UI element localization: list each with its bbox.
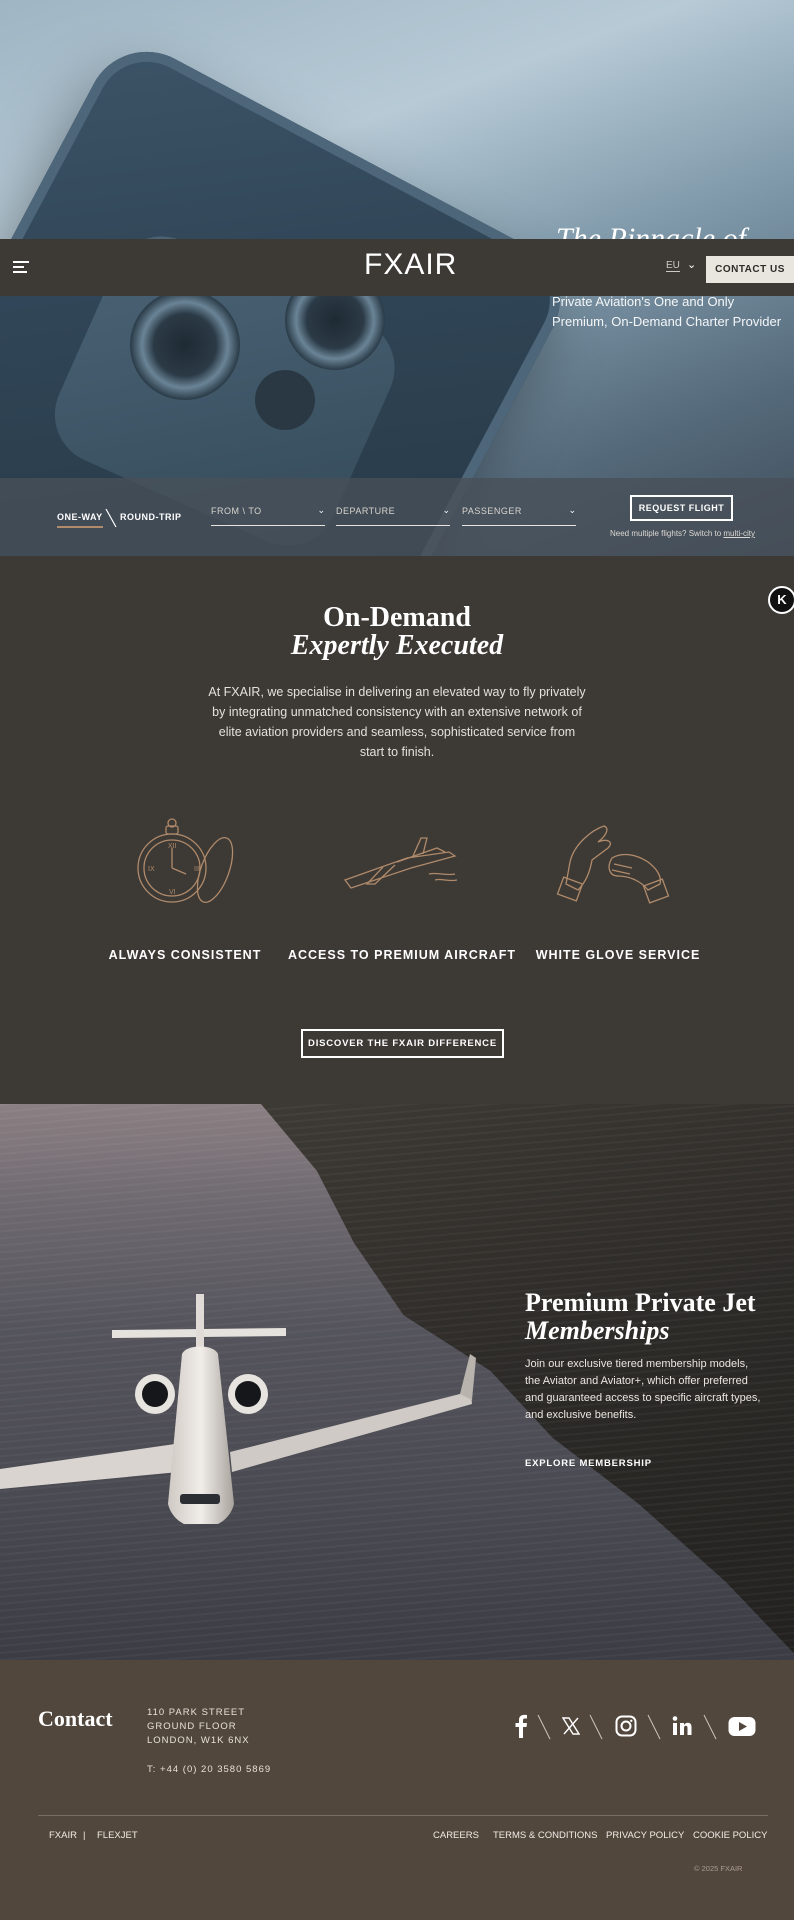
footer-link-flexjet[interactable]: FLEXJET <box>97 1830 138 1841</box>
footer-separator: | <box>83 1830 86 1841</box>
membership-title-italic: Memberships <box>525 1316 670 1345</box>
intro-title-italic: Expertly Executed <box>290 630 504 661</box>
intro-section: K On-Demand Expertly Executed At FXAIR, … <box>0 556 794 1104</box>
x-icon[interactable] <box>562 1714 580 1738</box>
from-to-label: FROM \ TO <box>211 506 262 516</box>
slash-divider-icon <box>647 1714 661 1740</box>
white-gloves-icon <box>556 825 670 904</box>
slash-divider-icon <box>105 508 117 528</box>
multi-city-note-text: Need multiple flights? Switch to <box>610 529 724 538</box>
pocket-watch-icon: XII III VI IX <box>137 818 234 903</box>
address-line: LONDON, W1K 6NX <box>147 1735 250 1746</box>
trip-type-round-trip[interactable]: ROUND-TRIP <box>120 512 182 522</box>
hero-subtitle: Private Aviation's One and Only Premium,… <box>552 294 782 329</box>
passenger-select[interactable]: PASSENGER ⌄ <box>462 504 576 526</box>
phone-number-link[interactable]: T: +44 (0) 20 3580 5869 <box>147 1764 271 1775</box>
multi-city-link[interactable]: multi-city <box>723 529 755 538</box>
hamburger-menu-icon[interactable] <box>13 261 29 275</box>
svg-text:III: III <box>194 866 200 873</box>
chevron-down-icon: ⌄ <box>568 505 576 515</box>
departure-select[interactable]: DEPARTURE ⌄ <box>336 504 450 526</box>
slash-divider-icon <box>703 1714 717 1740</box>
membership-description: Join our exclusive tiered membership mod… <box>525 1358 761 1421</box>
multi-city-note: Need multiple flights? Switch to multi-c… <box>610 529 755 538</box>
passenger-label: PASSENGER <box>462 506 522 516</box>
footer-link-privacy[interactable]: PRIVACY POLICY <box>606 1830 684 1841</box>
svg-text:IX: IX <box>148 866 155 873</box>
private-jet-icon <box>343 837 458 889</box>
instagram-icon[interactable] <box>615 1714 637 1738</box>
departure-label: DEPARTURE <box>336 506 396 516</box>
footer-link-terms[interactable]: TERMS & CONDITIONS <box>493 1830 598 1841</box>
feature-label-premium-aircraft: ACCESS TO PREMIUM AIRCRAFT <box>287 948 517 962</box>
feature-label-white-glove: WHITE GLOVE SERVICE <box>535 948 701 962</box>
chevron-down-icon: ⌄ <box>442 505 450 515</box>
language-selector[interactable]: EU <box>666 260 680 272</box>
slash-divider-icon <box>589 1714 603 1740</box>
camera-lens <box>255 370 315 430</box>
booking-bar: ONE-WAY ROUND-TRIP FROM \ TO ⌄ DEPARTURE… <box>0 478 794 556</box>
chevron-down-icon[interactable]: ⌄ <box>687 258 696 271</box>
youtube-icon[interactable] <box>728 1714 756 1738</box>
explore-membership-link[interactable]: EXPLORE MEMBERSHIP <box>525 1458 652 1469</box>
footer-contact-title: Contact <box>38 1706 113 1731</box>
trip-type-one-way[interactable]: ONE-WAY <box>57 512 103 528</box>
feature-label-always-consistent: ALWAYS CONSISTENT <box>108 948 262 962</box>
facebook-icon[interactable] <box>514 1714 527 1738</box>
request-flight-button[interactable]: REQUEST FLIGHT <box>630 495 733 521</box>
from-to-select[interactable]: FROM \ TO ⌄ <box>211 504 325 526</box>
intro-description: At FXAIR, we specialise in delivering an… <box>208 685 586 759</box>
camera-lens <box>130 290 240 400</box>
svg-text:XII: XII <box>168 843 177 850</box>
fxair-logo[interactable]: FXAIR <box>364 248 457 282</box>
site-header: FXAIR EU ⌄ CONTACT US <box>0 239 794 296</box>
copyright-text: © 2025 FXAIR <box>694 1864 743 1873</box>
slash-divider-icon <box>537 1714 551 1740</box>
membership-section: Premium Private Jet Memberships Join our… <box>0 1104 794 1660</box>
chevron-down-icon: ⌄ <box>317 505 325 515</box>
membership-title: Premium Private Jet <box>525 1288 756 1317</box>
footer-divider <box>38 1815 768 1816</box>
linkedin-icon[interactable] <box>672 1714 692 1738</box>
site-footer: Contact 110 PARK STREET GROUND FLOOR LON… <box>0 1660 794 1920</box>
footer-link-careers[interactable]: CAREERS <box>433 1830 479 1841</box>
svg-text:VI: VI <box>169 889 176 896</box>
address-line: GROUND FLOOR <box>147 1721 237 1732</box>
address-line: 110 PARK STREET <box>147 1707 246 1718</box>
private-jet-photo <box>0 1294 476 1524</box>
contact-us-button[interactable]: CONTACT US <box>706 256 794 283</box>
footer-link-cookie[interactable]: COOKIE POLICY <box>693 1830 767 1841</box>
footer-link-fxair[interactable]: FXAIR <box>49 1830 77 1841</box>
discover-difference-button[interactable]: DISCOVER THE FXAIR DIFFERENCE <box>301 1029 504 1058</box>
